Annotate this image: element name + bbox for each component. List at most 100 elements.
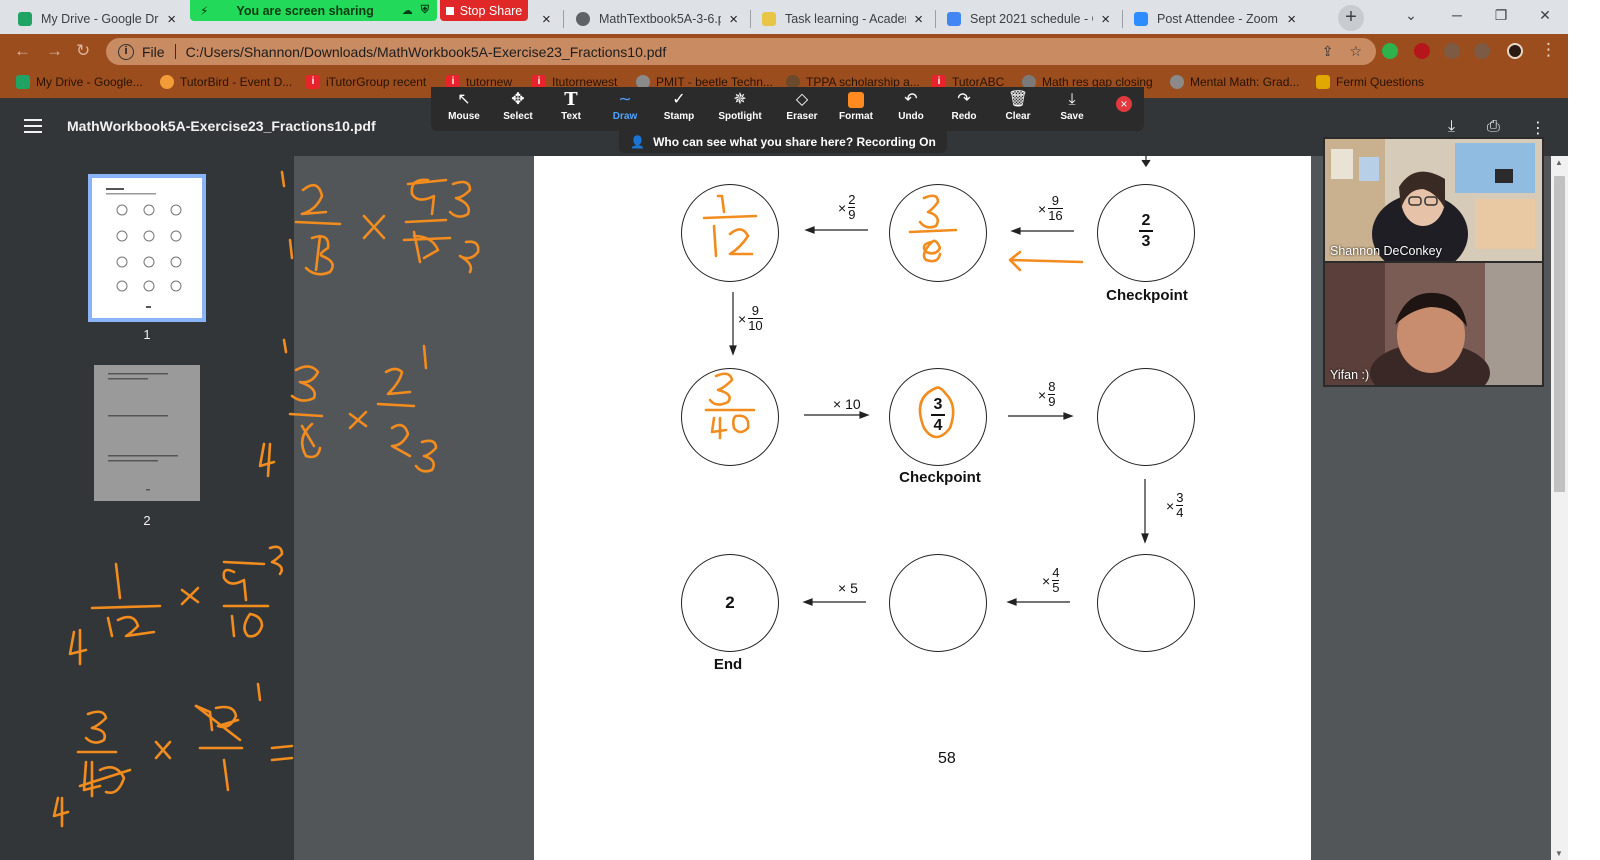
bookmark-label: Fermi Questions (1336, 75, 1425, 89)
shield-icon: ⛨ (420, 4, 429, 16)
tool-eraser[interactable]: ◇ Eraser (775, 89, 829, 129)
tool-label: Clear (1005, 111, 1031, 122)
extension-icon[interactable] (1444, 43, 1460, 59)
tab-post-attendee-zoom[interactable]: Post Attendee - Zoom × (1124, 4, 1306, 34)
spotlight-wand-icon: ✵ (733, 91, 747, 108)
person-icon: 👤 (630, 135, 646, 149)
recording-notice[interactable]: 👤 Who can see what you share here? Recor… (619, 131, 947, 153)
scroll-up-icon[interactable]: ▲ (1555, 158, 1563, 167)
close-icon[interactable]: × (729, 11, 738, 28)
bookmark-item[interactable]: i iTutorGroup recent (306, 75, 426, 89)
close-icon[interactable]: × (167, 11, 176, 28)
text-icon: T (564, 89, 578, 110)
tool-save[interactable]: ⤓ Save (1045, 89, 1099, 129)
share-page-icon[interactable]: ⇪ (1322, 43, 1334, 60)
video-tile-shannon[interactable]: Shannon DeConkey (1323, 137, 1544, 274)
tab-hidden[interactable]: × (528, 4, 562, 34)
globe-icon (576, 12, 590, 26)
operator-sign: × (838, 199, 847, 216)
bookmark-item[interactable]: Mental Math: Grad... (1170, 75, 1299, 89)
undo-icon: ↶ (904, 91, 918, 108)
operator-sign: × (1042, 572, 1051, 589)
restore-button[interactable]: ❐ (1478, 0, 1524, 30)
more-menu-icon[interactable]: ⋮ (1540, 40, 1557, 60)
operator-label: × 9 10 (738, 304, 763, 333)
tool-label: Save (1060, 111, 1084, 122)
tool-clear[interactable]: 🗑 Clear (991, 89, 1045, 129)
address-bar[interactable]: i File C:/Users/Shannon/Downloads/MathWo… (106, 38, 1376, 65)
operator-sign: × (738, 310, 747, 327)
new-tab-button[interactable]: + (1338, 5, 1364, 31)
tab-my-drive[interactable]: My Drive - Google Drive × (8, 4, 186, 34)
more-options-icon[interactable]: ⋮ (1530, 118, 1546, 138)
zoom-annotation-toolbar: ↖ Mouse ✥ Select T Text ∼ Draw ✓ Stamp ✵ Spotl… (431, 87, 1144, 131)
tool-draw[interactable]: ∼ Draw (598, 89, 652, 129)
mouse-pointer-icon: ↖ (457, 91, 471, 108)
close-window-button[interactable]: ✕ (1522, 0, 1568, 30)
video-tile-yifan[interactable]: Yifan :) (1323, 263, 1544, 403)
print-icon[interactable]: ⎙ (1487, 118, 1500, 136)
close-icon[interactable]: × (1101, 11, 1110, 28)
tool-label: Draw (612, 111, 638, 122)
tool-spotlight[interactable]: ✵ Spotlight (713, 89, 767, 129)
thumbnail-preview (108, 373, 178, 491)
tool-label: Select (503, 111, 533, 122)
tab-math-textbook[interactable]: MathTextbook5A-3-6.pdf × (566, 4, 748, 34)
ublock-icon[interactable] (1414, 43, 1430, 59)
tool-stamp[interactable]: ✓ Stamp (652, 89, 706, 129)
numerator: 9 (1051, 193, 1060, 208)
draw-squiggle-icon: ∼ (618, 91, 632, 108)
puzzle-icon[interactable] (1474, 43, 1490, 59)
tab-sept-schedule[interactable]: Sept 2021 schedule - Google × (937, 4, 1120, 34)
operator-label: × 4 5 (1042, 566, 1060, 595)
denominator: 4 (1176, 505, 1184, 521)
tool-text[interactable]: T Text (544, 89, 598, 129)
tab-title: Task learning - Academic (785, 12, 906, 26)
bookmark-item[interactable]: TutorBird - Event D... (160, 75, 292, 89)
vertical-scrollbar[interactable]: ▲ ▼ (1551, 156, 1568, 860)
info-icon[interactable]: i (118, 43, 134, 60)
thumbnail-label: 1 (143, 327, 151, 342)
close-icon[interactable]: × (914, 11, 923, 28)
bookmark-item[interactable]: Fermi Questions (1316, 75, 1424, 89)
itutor-icon: i (306, 75, 320, 89)
tab-title: Post Attendee - Zoom (1157, 12, 1278, 26)
tool-format[interactable]: Format (829, 89, 883, 129)
url-text[interactable]: C:/Users/Shannon/Downloads/MathWorkbook5… (186, 44, 667, 60)
tool-select[interactable]: ✥ Select (491, 89, 545, 129)
forward-icon[interactable]: → (46, 41, 63, 61)
scrollbar-thumb[interactable] (1554, 176, 1565, 492)
participant-video (1325, 263, 1542, 403)
bookmark-star-icon[interactable]: ☆ (1349, 43, 1362, 60)
close-icon[interactable]: × (542, 11, 551, 28)
share-icon: ⚡ (200, 3, 209, 18)
thumbnail-page-1[interactable] (88, 174, 206, 322)
download-icon[interactable]: ⤓ (1448, 118, 1455, 136)
tab-task-learning[interactable]: Task learning - Academic × (752, 4, 933, 34)
tool-label: Mouse (448, 111, 480, 122)
menu-icon[interactable] (24, 119, 42, 133)
profile-avatar[interactable] (1507, 43, 1523, 59)
tool-undo[interactable]: ↶ Undo (884, 89, 938, 129)
denominator: 16 (1048, 208, 1063, 224)
thumbnail-page-2[interactable] (94, 365, 200, 501)
close-icon[interactable]: × (1287, 11, 1296, 28)
scroll-down-icon[interactable]: ▼ (1555, 849, 1563, 858)
operator-sign: × (1038, 200, 1047, 217)
reload-icon[interactable]: ↻ (76, 41, 90, 61)
bookmark-item[interactable]: My Drive - Google... (16, 75, 143, 89)
tool-redo[interactable]: ↷ Redo (937, 89, 991, 129)
minimize-button[interactable]: ─ (1434, 0, 1480, 30)
participant-name: Shannon DeConkey (1330, 244, 1442, 258)
stop-share-button[interactable]: Stop Share (440, 0, 528, 21)
tool-mouse[interactable]: ↖ Mouse (437, 89, 491, 129)
denominator: 9 (848, 207, 856, 223)
close-annotation-button[interactable]: × (1116, 96, 1132, 112)
google-docs-icon (947, 12, 961, 26)
back-icon[interactable]: ← (14, 41, 31, 61)
cloud-icon: ☁ (401, 5, 413, 17)
participant-name: Yifan :) (1330, 368, 1370, 382)
extension-icon[interactable] (1382, 43, 1398, 59)
bookmark-label: TutorBird - Event D... (180, 75, 293, 89)
tab-search-icon[interactable]: ⌄ (1388, 0, 1434, 30)
